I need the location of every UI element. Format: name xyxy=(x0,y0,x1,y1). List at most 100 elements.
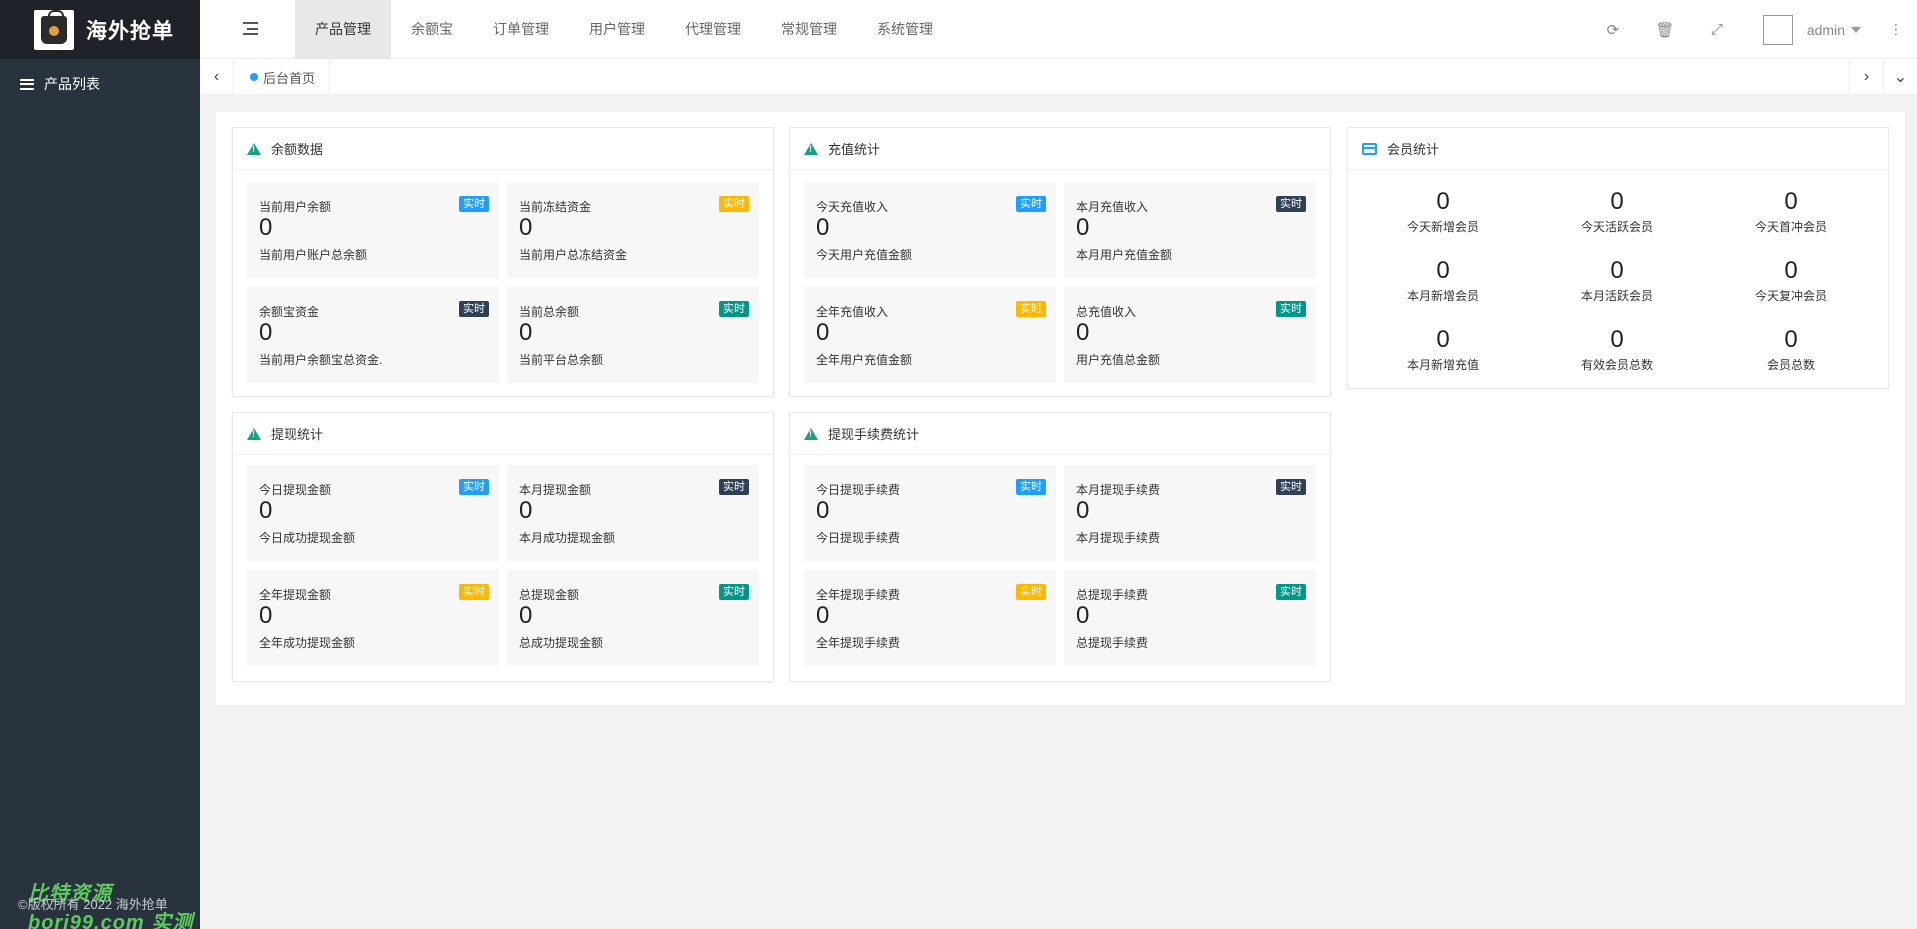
tile-title: 余额宝资金 xyxy=(259,305,320,319)
tile-value: 0 xyxy=(519,602,533,629)
tile-desc: 本月成功提现金额 xyxy=(519,531,616,545)
tab-bar: ‹ 后台首页 › ⌄ xyxy=(200,59,1917,95)
stat-label: 本月新增会员 xyxy=(1406,289,1479,303)
stat-value: 0 xyxy=(1436,326,1450,353)
chevron-right-icon[interactable]: › xyxy=(1849,59,1883,95)
stat-tile: 当前总余额 实时 0 当前平台总余额 xyxy=(507,287,759,383)
tile-desc: 全年成功提现金额 xyxy=(259,636,356,650)
nav-product-management[interactable]: 产品管理 xyxy=(295,0,391,59)
card-title: 提现统计 xyxy=(271,427,324,442)
chevron-down-icon[interactable]: ⌄ xyxy=(1883,59,1917,95)
tile-title: 总充值收入 xyxy=(1076,305,1137,319)
member-stat: 0 有效会员总数 xyxy=(1532,326,1702,373)
tile-value: 0 xyxy=(519,214,533,241)
stat-tile: 全年充值收入 实时 0 全年用户充值金额 xyxy=(804,287,1056,383)
balance-card: 余额数据 当前用户余额 实时 0 当前用户账户总余额 当前冻结资金 实时 0 当… xyxy=(232,127,774,397)
nav-order-management[interactable]: 订单管理 xyxy=(473,0,569,59)
sidebar-item-label: 产品列表 xyxy=(44,76,100,92)
realtime-badge: 实时 xyxy=(1016,301,1046,317)
nav-yuebao[interactable]: 余额宝 xyxy=(391,0,473,59)
warning-icon xyxy=(804,142,818,155)
tile-title: 全年充值收入 xyxy=(816,305,889,319)
tile-title: 总提现手续费 xyxy=(1076,588,1149,602)
stat-value: 0 xyxy=(1436,188,1450,215)
tile-title: 当前冻结资金 xyxy=(519,200,592,214)
dashboard-content: 余额数据 当前用户余额 实时 0 当前用户账户总余额 当前冻结资金 实时 0 当… xyxy=(216,112,1905,705)
stat-value: 0 xyxy=(1784,257,1798,284)
stat-tile: 今日提现手续费 实时 0 今日提现手续费 xyxy=(804,465,1056,561)
nav-user-management[interactable]: 用户管理 xyxy=(569,0,665,59)
nav-agent-management[interactable]: 代理管理 xyxy=(665,0,761,59)
fullscreen-icon[interactable]: ⤢ xyxy=(1691,21,1743,38)
recharge-card: 充值统计 今天充值收入 实时 0 今天用户充值金额 本月充值收入 实时 0 本月… xyxy=(789,127,1331,397)
realtime-badge: 实时 xyxy=(459,196,489,212)
more-vertical-icon[interactable]: ⋮ xyxy=(1889,21,1903,38)
withdraw-card: 提现统计 今日提现金额 实时 0 今日成功提现金额 本月提现金额 实时 0 本月… xyxy=(232,412,774,682)
trash-icon[interactable]: 🗑︎ xyxy=(1639,21,1691,39)
tile-desc: 当前用户总冻结资金 xyxy=(519,248,628,262)
tile-desc: 当前用户余额宝总资金. xyxy=(259,353,383,367)
stat-tile: 当前用户余额 实时 0 当前用户账户总余额 xyxy=(247,182,499,278)
tile-desc: 今天用户充值金额 xyxy=(816,248,913,262)
stat-tile: 总充值收入 实时 0 用户充值总金额 xyxy=(1064,287,1316,383)
member-stat: 0 今天新增会员 xyxy=(1358,188,1528,235)
realtime-badge: 实时 xyxy=(1016,196,1046,212)
stat-label: 今天首冲会员 xyxy=(1754,220,1827,234)
tile-value: 0 xyxy=(519,319,533,346)
refresh-icon[interactable]: ⟳ xyxy=(1587,21,1639,39)
tab-home[interactable]: 后台首页 xyxy=(234,59,331,95)
app-title: 海外抢单 xyxy=(86,19,174,43)
tile-desc: 全年提现手续费 xyxy=(816,636,901,650)
user-name[interactable]: admin xyxy=(1807,22,1845,38)
stat-tile: 今日提现金额 实时 0 今日成功提现金额 xyxy=(247,465,499,561)
stat-tile: 今天充值收入 实时 0 今天用户充值金额 xyxy=(804,182,1056,278)
tile-value: 0 xyxy=(816,214,830,241)
realtime-badge: 实时 xyxy=(459,301,489,317)
stat-label: 本月新增充值 xyxy=(1406,358,1479,372)
stat-tile: 总提现手续费 实时 0 总提现手续费 xyxy=(1064,570,1316,666)
member-stat: 0 本月新增充值 xyxy=(1358,326,1528,373)
stat-value: 0 xyxy=(1784,326,1798,353)
nav-general-management[interactable]: 常规管理 xyxy=(761,0,857,59)
tile-value: 0 xyxy=(1076,497,1090,524)
realtime-badge: 实时 xyxy=(1016,584,1046,600)
shopping-bag-icon xyxy=(34,9,74,50)
tile-title: 本月提现手续费 xyxy=(1076,483,1161,497)
tile-title: 全年提现手续费 xyxy=(816,588,901,602)
tile-title: 总提现金额 xyxy=(519,588,580,602)
tile-value: 0 xyxy=(1076,319,1090,346)
realtime-badge: 实时 xyxy=(1276,479,1306,495)
menu-toggle-icon[interactable] xyxy=(243,22,258,35)
stat-tile: 总提现金额 实时 0 总成功提现金额 xyxy=(507,570,759,666)
chevron-left-icon[interactable]: ‹ xyxy=(200,59,234,95)
stat-label: 今天复冲会员 xyxy=(1754,289,1827,303)
stat-value: 0 xyxy=(1610,326,1624,353)
copyright-footer: ©版权所有 2022 海外抢单 xyxy=(18,897,168,912)
member-stat: 0 本月新增会员 xyxy=(1358,257,1528,304)
member-stat: 0 今天复冲会员 xyxy=(1706,257,1876,304)
withdraw-fee-card: 提现手续费统计 今日提现手续费 实时 0 今日提现手续费 本月提现手续费 实时 … xyxy=(789,412,1331,682)
tile-desc: 当前用户账户总余额 xyxy=(259,248,368,262)
logo[interactable]: 海外抢单 xyxy=(0,0,200,59)
tile-desc: 今日提现手续费 xyxy=(816,531,901,545)
warning-icon xyxy=(804,427,818,440)
card-title: 余额数据 xyxy=(271,142,324,157)
avatar[interactable] xyxy=(1762,14,1793,45)
tile-title: 今日提现手续费 xyxy=(816,483,901,497)
sidebar-item-product-list[interactable]: 产品列表 xyxy=(0,59,200,109)
stat-value: 0 xyxy=(1610,257,1624,284)
top-nav: 产品管理 余额宝 订单管理 用户管理 代理管理 常规管理 系统管理 xyxy=(295,0,953,59)
nav-system-management[interactable]: 系统管理 xyxy=(857,0,953,59)
warning-icon xyxy=(247,427,261,440)
card-title: 充值统计 xyxy=(828,142,881,157)
member-stat: 0 会员总数 xyxy=(1706,326,1876,373)
top-header: 产品管理 余额宝 订单管理 用户管理 代理管理 常规管理 系统管理 ⟳ 🗑︎ ⤢… xyxy=(200,0,1917,59)
tile-value: 0 xyxy=(1076,602,1090,629)
stat-label: 有效会员总数 xyxy=(1580,358,1653,372)
chevron-down-icon[interactable] xyxy=(1851,26,1861,33)
tile-desc: 当前平台总余额 xyxy=(519,353,604,367)
realtime-badge: 实时 xyxy=(1016,479,1046,495)
tile-value: 0 xyxy=(816,602,830,629)
tile-value: 0 xyxy=(816,497,830,524)
stat-tile: 本月充值收入 实时 0 本月用户充值金额 xyxy=(1064,182,1316,278)
